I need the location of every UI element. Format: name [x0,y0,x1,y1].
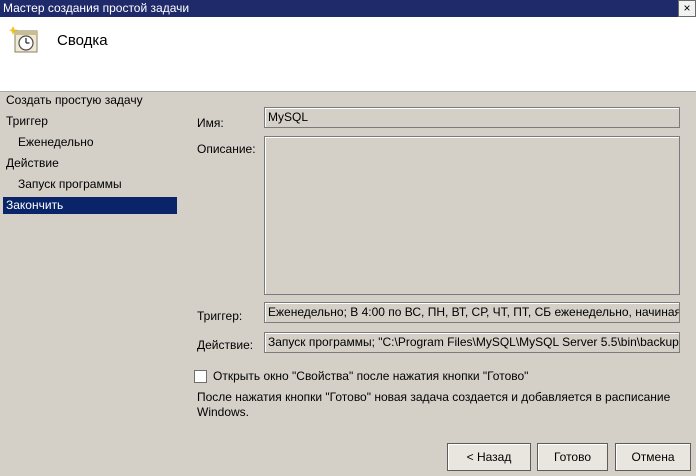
description-label: Описание: [197,142,256,156]
wizard-header: Сводка [0,17,696,92]
name-field[interactable]: MySQL [264,107,680,128]
info-text: После нажатия кнопки "Готово" новая зада… [197,390,671,419]
window-title: Мастер создания простой задачи [3,1,190,15]
close-icon: × [683,1,691,15]
sidebar-item-weekly[interactable]: Еженедельно [3,134,177,151]
sidebar-item-create-task[interactable]: Создать простую задачу [3,92,177,109]
page-title: Сводка [57,32,108,49]
action-field[interactable]: Запуск программы; "C:\Program Files\MySQ… [264,332,680,353]
sidebar-item-finish[interactable]: Закончить [3,197,177,214]
action-label: Действие: [197,338,254,352]
clock-task-icon [9,26,38,53]
sidebar-item-trigger[interactable]: Триггер [3,113,177,130]
trigger-label: Триггер: [197,309,243,323]
window-titlebar: Мастер создания простой задачи × [0,0,696,17]
open-properties-label[interactable]: Открыть окно "Свойства" после нажатия кн… [213,369,528,383]
name-label: Имя: [197,116,224,130]
cancel-button[interactable]: Отмена [615,443,691,471]
description-field[interactable] [264,136,680,295]
finish-button[interactable]: Готово [537,443,608,471]
close-button[interactable]: × [678,0,696,17]
sidebar-item-action[interactable]: Действие [3,155,177,172]
open-properties-checkbox[interactable] [194,370,207,383]
back-button[interactable]: < Назад [447,443,531,471]
trigger-field[interactable]: Еженедельно; В 4:00 по ВС, ПН, ВТ, СР, Ч… [264,302,680,323]
sidebar-item-start-program[interactable]: Запуск программы [3,176,177,193]
